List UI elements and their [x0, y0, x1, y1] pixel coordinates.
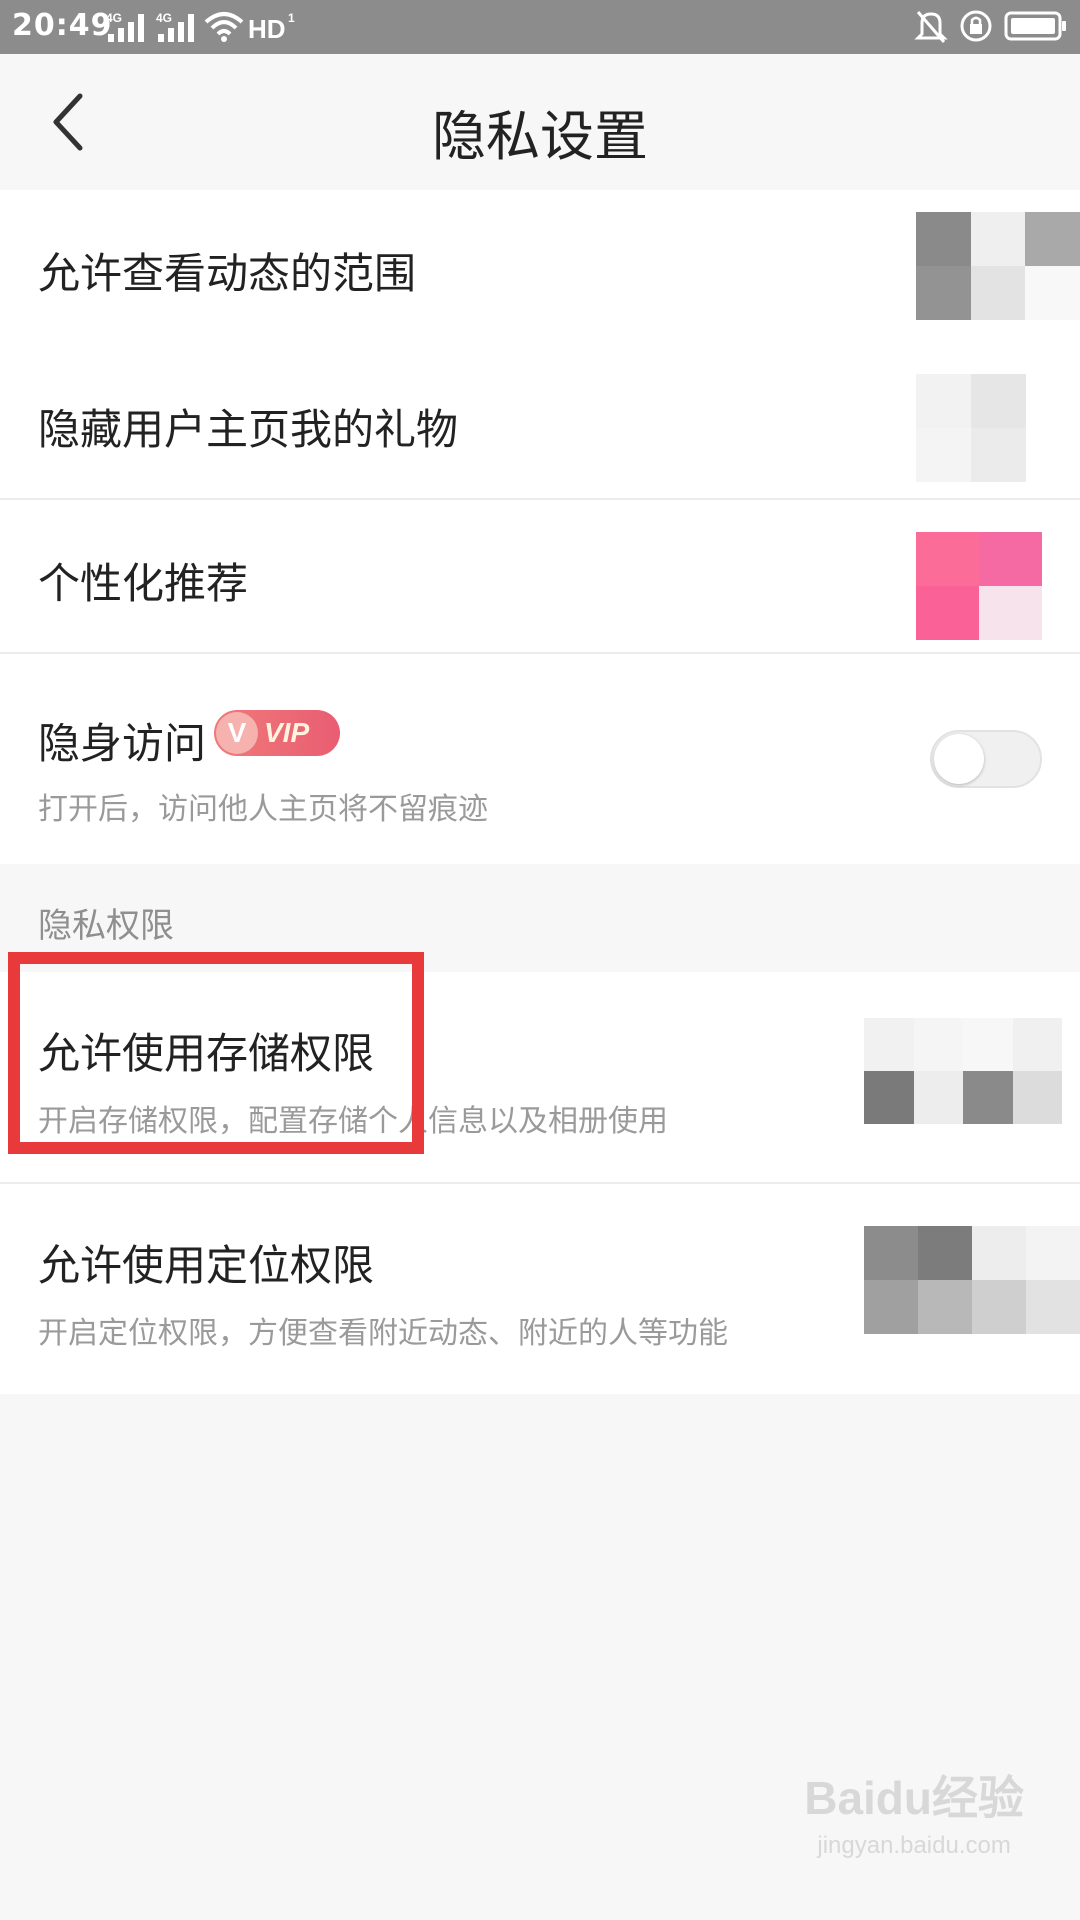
- privacy-settings-screen: 20:49 4G 4G HD 1 2: [0, 0, 1080, 1920]
- signal-2-label: 4G: [156, 11, 172, 25]
- pixelated-status[interactable]: [864, 1018, 1062, 1124]
- watermark-sub: jingyan.baidu.com: [817, 1832, 1011, 1859]
- setting-title: 隐藏用户主页我的礼物: [38, 405, 459, 454]
- setting-title: 隐身访问: [38, 719, 207, 768]
- status-time: 20:49: [12, 8, 113, 43]
- pixelated-toggle[interactable]: [916, 374, 1026, 482]
- setting-title: 允许查看动态的范围: [38, 249, 417, 298]
- wifi-icon: [204, 12, 244, 42]
- invisible-visit-toggle[interactable]: [930, 730, 1042, 788]
- signal-4g-icon: 4G: [156, 11, 194, 42]
- header-bar: 隐私设置: [0, 54, 1080, 190]
- status-bar: 20:49 4G 4G HD 1 2: [0, 0, 1080, 54]
- bell-off-icon: [914, 11, 948, 43]
- pixelated-value: [916, 212, 1080, 320]
- setting-row-personalized-recommend[interactable]: 个性化推荐: [0, 500, 1080, 652]
- hd-icon: HD 1 2: [248, 11, 298, 44]
- rotation-lock-icon: [960, 10, 992, 42]
- hd-label: HD: [248, 14, 286, 44]
- pixelated-status[interactable]: [864, 1226, 1080, 1334]
- watermark-main: Baidu经验: [804, 1772, 1024, 1824]
- setting-row-hide-gifts[interactable]: 隐藏用户主页我的礼物: [0, 344, 1080, 498]
- setting-subtitle: 打开后，访问他人主页将不留痕迹: [38, 792, 488, 827]
- toggle-knob: [934, 734, 984, 784]
- section-title: 隐私权限: [38, 906, 174, 946]
- page-title: 隐私设置: [432, 105, 648, 168]
- setting-row-invisible-visit[interactable]: 隐身访问 V VIP 打开后，访问他人主页将不留痕迹: [0, 654, 1080, 864]
- vip-badge-label: VIP: [264, 717, 310, 748]
- permission-subtitle: 开启定位权限，方便查看附近动态、附近的人等功能: [38, 1316, 728, 1351]
- vip-badge: V VIP: [214, 710, 340, 756]
- pixelated-toggle-on[interactable]: [916, 532, 1042, 640]
- permission-row-location[interactable]: 允许使用定位权限 开启定位权限，方便查看附近动态、附近的人等功能: [0, 1184, 1080, 1394]
- watermark: Baidu经验 jingyan.baidu.com: [804, 1762, 1024, 1860]
- highlight-box: [8, 952, 424, 1154]
- status-icons-right: [914, 8, 1068, 44]
- setting-title: 个性化推荐: [38, 559, 249, 608]
- vip-v-icon: V: [216, 712, 258, 754]
- hd-sub-label: 1 2: [288, 11, 298, 25]
- battery-icon: [1004, 11, 1066, 41]
- permission-title: 允许使用定位权限: [38, 1241, 375, 1290]
- signal-1-label: 4G: [106, 11, 122, 25]
- signal-4g-icon: 4G: [106, 11, 144, 42]
- setting-row-view-range[interactable]: 允许查看动态的范围: [0, 190, 1080, 344]
